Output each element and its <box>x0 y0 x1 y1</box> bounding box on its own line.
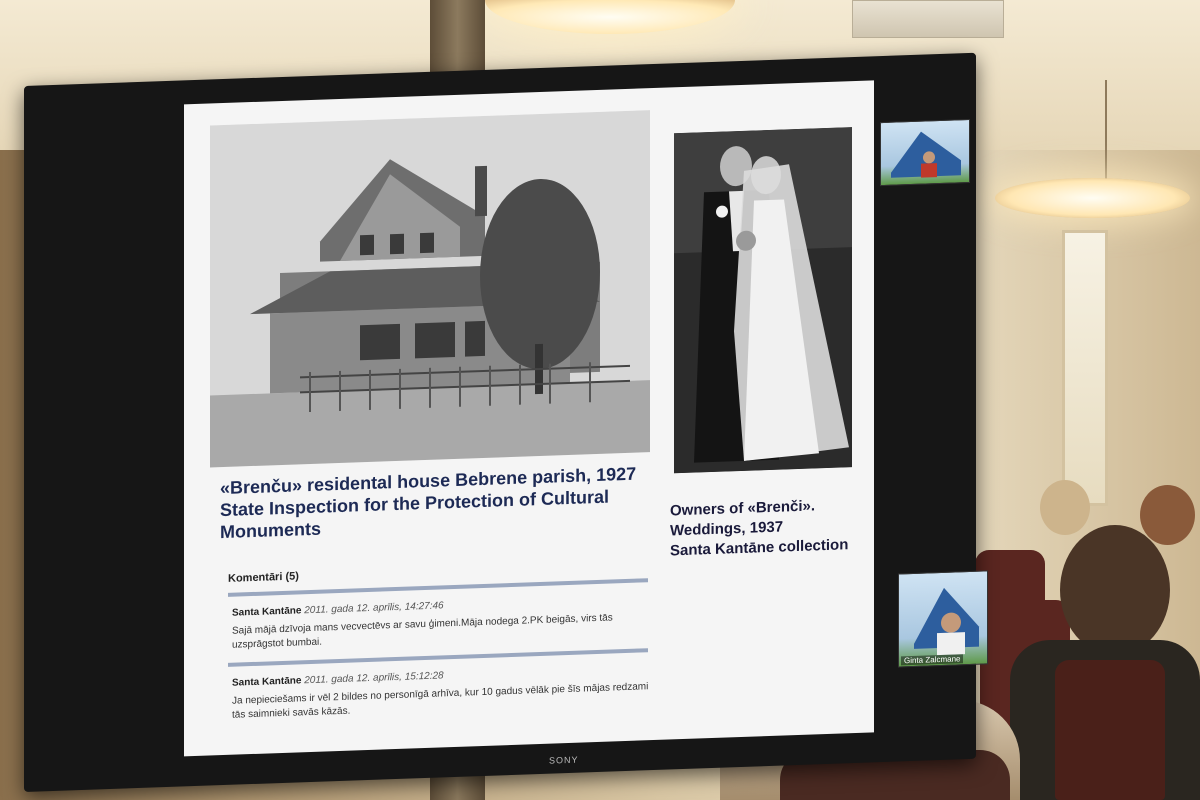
audience-head <box>1060 525 1170 655</box>
pendant-lamp <box>995 178 1190 218</box>
projector <box>852 0 1004 38</box>
comment-date: 2011. gada 12. aprīlis, 14:27:46 <box>304 600 444 617</box>
comment-author: Santa Kantāne <box>232 605 302 619</box>
house-caption: «Brenču» residental house Bebrene parish… <box>220 462 650 543</box>
video-tile-self[interactable] <box>880 118 970 187</box>
comment-author: Santa Kantāne <box>232 675 302 689</box>
video-feed-participant <box>914 587 979 656</box>
house-photo-illustration <box>210 110 650 468</box>
tv-brand-logo: SONY <box>549 754 579 766</box>
comments-header: Komentāri (5) <box>228 570 299 585</box>
conference-room: «Brenču» residental house Bebrene parish… <box>0 0 1200 800</box>
video-tile-participant[interactable]: Ginta Zalcmane <box>898 570 988 668</box>
chair <box>1055 660 1165 800</box>
comment-item: Santa Kantāne 2011. gada 12. aprīlis, 14… <box>232 592 652 653</box>
wedding-photo <box>674 127 852 474</box>
comment-date: 2011. gada 12. aprīlis, 15:12:28 <box>304 670 444 687</box>
tv-screen: «Brenču» residental house Bebrene parish… <box>184 80 874 757</box>
house-photo <box>210 110 650 468</box>
window <box>1062 230 1108 506</box>
video-feed-building <box>891 131 961 178</box>
wedding-photo-illustration <box>674 127 852 474</box>
lamp-cord <box>1105 80 1107 180</box>
television: «Brenču» residental house Bebrene parish… <box>24 52 988 792</box>
audience-head <box>1040 480 1090 535</box>
comment-item: Santa Kantāne 2011. gada 12. aprīlis, 15… <box>232 662 652 723</box>
wedding-caption: Owners of «Brenči». Weddings, 1937 Santa… <box>670 495 860 562</box>
audience-head <box>1140 485 1195 545</box>
